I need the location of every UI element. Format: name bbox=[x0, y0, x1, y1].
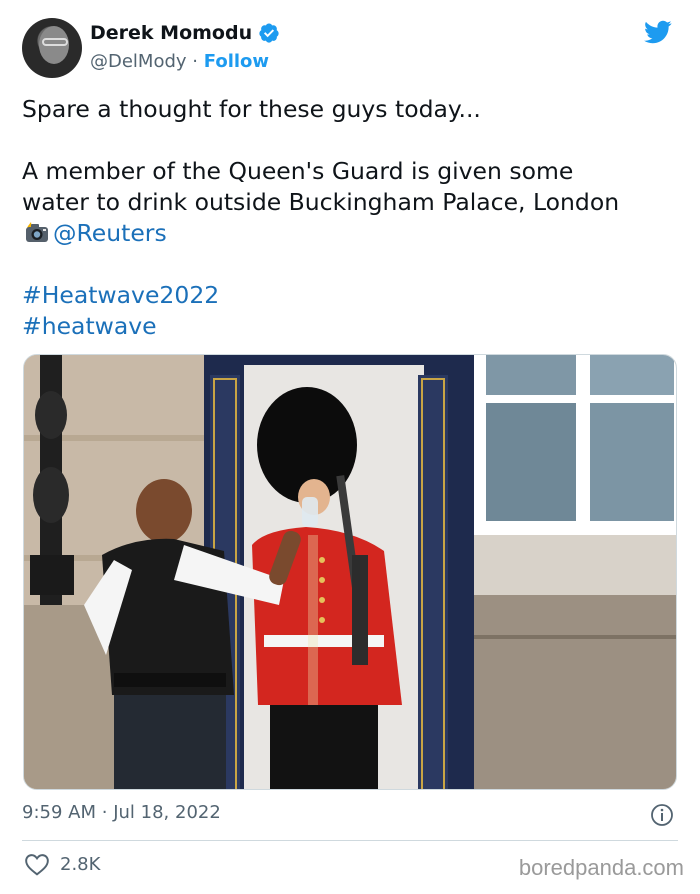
handle-separator: · bbox=[192, 51, 199, 72]
tweet-timestamp[interactable]: 9:59 AM · Jul 18, 2022 bbox=[22, 802, 221, 823]
camera-flash-icon bbox=[24, 220, 48, 242]
tweet-photo[interactable] bbox=[23, 354, 677, 790]
tweet-line: Spare a thought for these guys today... bbox=[22, 95, 481, 123]
avatar[interactable] bbox=[22, 18, 82, 78]
tweet-line: water to drink outside Buckingham Palace… bbox=[22, 188, 620, 216]
heart-icon bbox=[25, 854, 49, 876]
mention-link[interactable]: @Reuters bbox=[53, 219, 167, 247]
author-name-row: Derek Momodu bbox=[90, 22, 280, 44]
divider bbox=[22, 840, 678, 841]
tweet-date: Jul 18, 2022 bbox=[113, 802, 221, 823]
guard-photo-illustration bbox=[24, 355, 676, 789]
verified-badge-icon bbox=[259, 23, 279, 43]
watermark-text: boredpanda.com bbox=[518, 855, 684, 880]
tweet-header: Derek Momodu @DelMody · Follow bbox=[22, 16, 678, 80]
hashtag-link[interactable]: #Heatwave2022 bbox=[22, 281, 219, 309]
like-button[interactable]: 2.8K bbox=[24, 852, 100, 876]
tweet-time: 9:59 AM bbox=[22, 802, 96, 823]
tweet-line: A member of the Queen's Guard is given s… bbox=[22, 157, 574, 185]
author-handle-row: @DelMody · Follow bbox=[90, 51, 269, 72]
author-handle[interactable]: @DelMody bbox=[90, 51, 187, 72]
like-count: 2.8K bbox=[60, 853, 101, 875]
author-display-name[interactable]: Derek Momodu bbox=[90, 22, 252, 44]
tweet-line-mention: @Reuters bbox=[22, 218, 682, 249]
tweet-body: Spare a thought for these guys today... … bbox=[22, 94, 682, 342]
hashtag-link[interactable]: #heatwave bbox=[22, 312, 157, 340]
twitter-bird-icon[interactable] bbox=[642, 18, 674, 46]
info-icon[interactable] bbox=[650, 803, 674, 827]
follow-button[interactable]: Follow bbox=[204, 51, 269, 72]
timestamp-separator: · bbox=[101, 802, 108, 823]
